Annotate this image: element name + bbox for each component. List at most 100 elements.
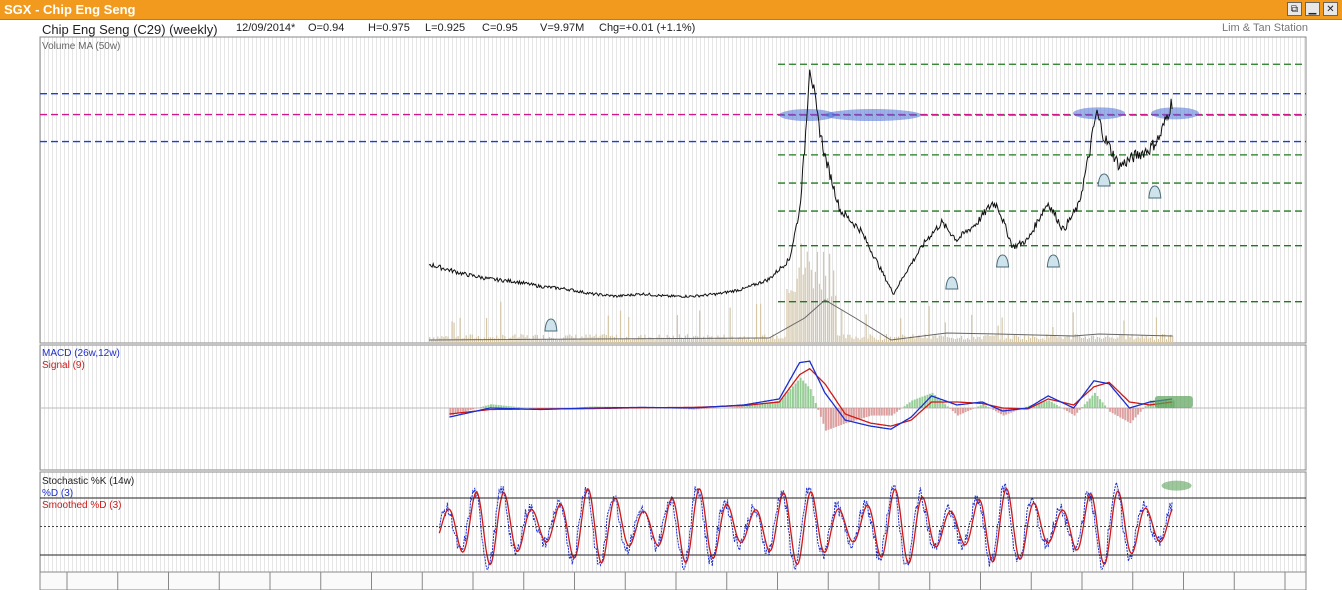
volume-bar (1165, 339, 1168, 343)
volume-bar (1013, 334, 1015, 343)
macd-histogram-bar (731, 407, 734, 408)
volume-bar (857, 337, 859, 343)
macd-legend: MACD (26w,12w) (42, 348, 120, 359)
volume-bar (561, 339, 563, 343)
highlight-ellipse (1151, 107, 1200, 120)
macd-histogram-bar (967, 408, 970, 412)
volume-bar (839, 335, 841, 343)
volume-bar (885, 334, 888, 343)
macd-histogram-bar (1068, 408, 1071, 413)
macd-histogram-bar (946, 406, 949, 408)
macd-histogram-bar (1139, 408, 1142, 412)
volume-bar (619, 310, 622, 343)
volume-bar (768, 339, 770, 343)
macd-histogram-bar (507, 406, 510, 408)
volume-bar (469, 334, 471, 343)
volume-bar (786, 288, 788, 343)
volume-bar (983, 336, 985, 343)
macd-histogram-bar (1099, 399, 1101, 408)
volume-bar (1007, 334, 1009, 343)
volume-bar (646, 339, 648, 343)
volume-bar (1058, 336, 1060, 343)
macd-histogram-bar (1071, 408, 1074, 415)
volume-bar (851, 337, 853, 343)
volume-bar (654, 339, 656, 343)
volume-bar (942, 336, 944, 343)
volume-bar (632, 338, 634, 343)
macd-histogram-bar (906, 404, 909, 408)
volume-bar (971, 314, 973, 343)
volume-bar (623, 338, 626, 343)
volume-bar (782, 338, 784, 343)
macd-histogram-bar (746, 406, 749, 408)
volume-bar (1060, 337, 1062, 343)
macd-histogram-bar (1121, 408, 1124, 419)
macd-histogram-bar (1076, 408, 1079, 413)
volume-bar (664, 339, 666, 343)
macd-histogram-bar (956, 408, 959, 416)
macd-histogram-bar (835, 408, 838, 427)
macd-histogram-bar (1078, 408, 1081, 410)
volume-bar (950, 337, 953, 343)
macd-histogram-bar (495, 404, 498, 408)
volume-bar (1133, 339, 1135, 343)
volume-bar (573, 337, 575, 343)
volume-bar (556, 339, 559, 343)
volume-bar (938, 335, 940, 343)
volume-bar (510, 337, 512, 343)
chart-canvas[interactable]: Volume MA (50w) MACD (26w,12w) Signal (9… (0, 0, 1342, 590)
volume-bar (883, 338, 886, 343)
volume-bar (1080, 337, 1082, 343)
volume-bar (1044, 339, 1046, 343)
macd-histogram-bar (743, 406, 746, 408)
volume-bar (1145, 335, 1147, 343)
macd-histogram-bar (893, 408, 896, 414)
volume-bar (835, 295, 837, 343)
volume-bar (847, 334, 849, 343)
volume-bar (492, 337, 494, 343)
macd-histogram-bar (1073, 408, 1076, 416)
stochastic-highlight-ellipse (1161, 480, 1192, 491)
macd-histogram-bar (969, 408, 972, 410)
macd-histogram-bar (733, 407, 736, 408)
volume-bar (516, 337, 518, 343)
volume-bar (749, 339, 752, 343)
volume-bar (841, 309, 843, 343)
volume-bar (871, 335, 873, 343)
volume-bar (439, 338, 441, 343)
macd-histogram-bar (1045, 401, 1048, 408)
volume-bar (546, 339, 549, 343)
volume-bar (920, 337, 922, 343)
volume-bar (829, 253, 831, 343)
volume-bar (1054, 335, 1056, 343)
volume-bar (713, 339, 715, 343)
volume-bar (859, 339, 861, 343)
volume-bar (1103, 338, 1105, 343)
macd-histogram-bar (482, 406, 485, 408)
macd-histogram-bar (1119, 408, 1122, 418)
volume-bar (906, 339, 908, 343)
volume-bar (674, 338, 676, 343)
macd-histogram-bar (469, 408, 472, 410)
volume-bar (626, 336, 628, 343)
volume-bar (794, 291, 796, 343)
macd-histogram-bar (898, 408, 901, 410)
volume-bar (979, 337, 981, 343)
macd-histogram-bar (791, 386, 794, 408)
volume-bar (1005, 338, 1007, 343)
volume-bar (711, 336, 713, 343)
volume-bar (881, 339, 883, 343)
volume-bar (729, 307, 731, 343)
volume-bar (577, 339, 579, 343)
volume-bar (1125, 339, 1127, 343)
volume-bar (471, 334, 473, 343)
volume-bar (816, 251, 819, 343)
volume-bar (753, 338, 756, 343)
volume-bar (583, 337, 585, 343)
volume-bar (638, 336, 640, 343)
volume-bar (849, 334, 851, 343)
volume-bar (1090, 335, 1093, 343)
macd-histogram-bar (984, 405, 987, 408)
macd-histogram-bar (1116, 408, 1119, 417)
macd-histogram-bar (1053, 403, 1056, 408)
